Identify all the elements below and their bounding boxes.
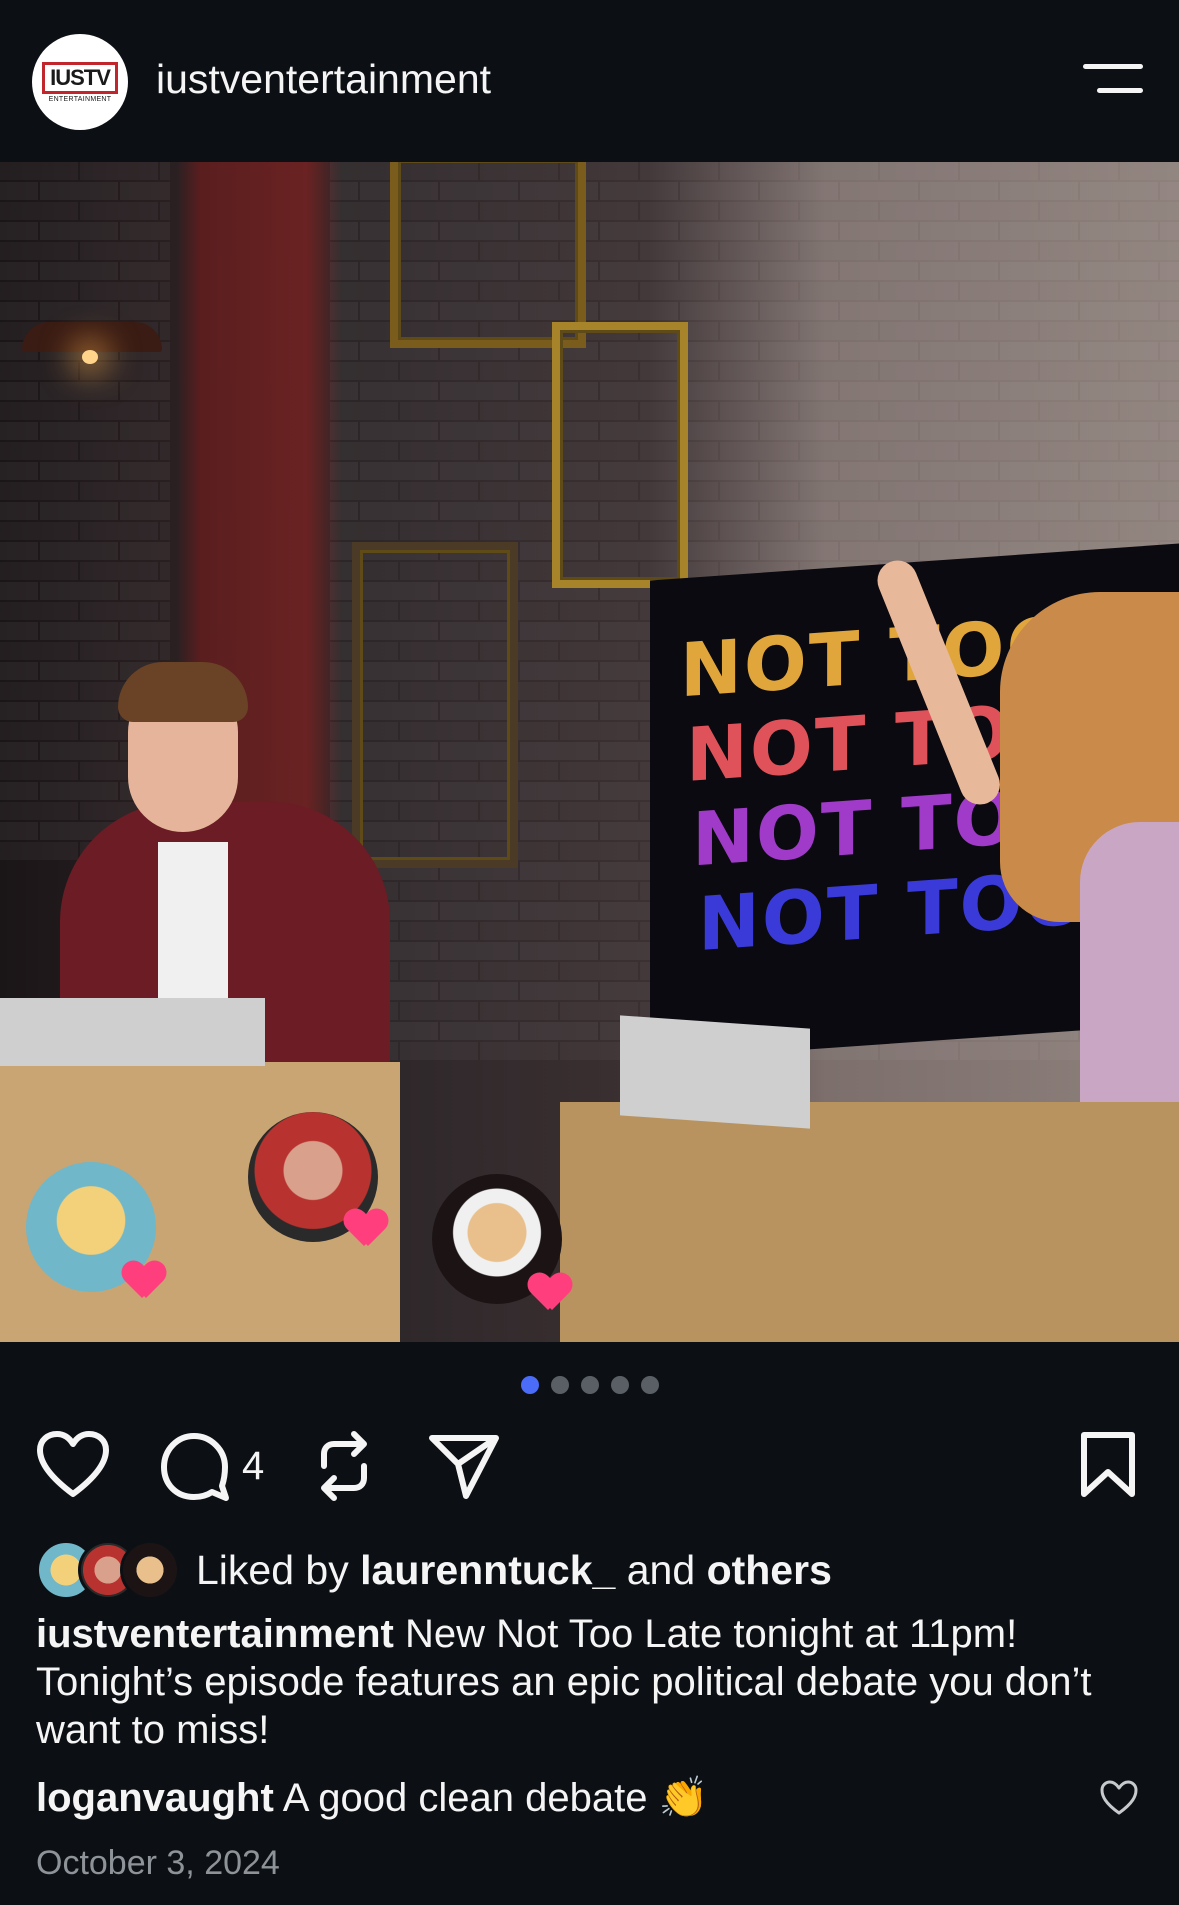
carousel-dot[interactable]	[580, 1376, 599, 1394]
repost-icon[interactable]	[312, 1430, 376, 1502]
bookmark-icon[interactable]	[1078, 1430, 1138, 1500]
carousel-dot[interactable]	[520, 1376, 539, 1394]
carousel-indicator	[0, 1376, 1179, 1394]
reactor-avatar[interactable]	[432, 1174, 562, 1304]
liked-by-and: and	[626, 1546, 696, 1593]
wall-lamp	[22, 322, 162, 352]
person-right-shirt	[1080, 822, 1179, 1142]
heart-icon	[528, 1274, 572, 1314]
menu-icon[interactable]	[1083, 62, 1143, 98]
podium-right	[560, 1102, 1179, 1342]
laptop-right	[620, 1015, 810, 1129]
caption-username[interactable]: iustventertainment	[36, 1612, 394, 1656]
clap-emoji: 👏	[658, 1776, 709, 1820]
comment-text: A good clean debate	[282, 1776, 648, 1820]
logo-subtext: ENTERTAINMENT	[48, 95, 112, 103]
picture-frame	[390, 162, 586, 348]
liker-avatar	[120, 1540, 180, 1600]
picture-frame	[552, 322, 688, 588]
post-header: IUSTV ENTERTAINMENT iustventertainment	[0, 0, 1179, 162]
carousel-dot[interactable]	[550, 1376, 569, 1394]
liked-by-user[interactable]: laurenntuck_	[360, 1547, 615, 1593]
post-date: October 3, 2024	[36, 1844, 280, 1882]
comment-like-heart-icon[interactable]	[1099, 1780, 1139, 1816]
picture-frame	[352, 542, 518, 868]
comment-count: 4	[242, 1444, 265, 1488]
comment-username[interactable]: loganvaught	[36, 1776, 274, 1820]
carousel-dot[interactable]	[640, 1376, 659, 1394]
reactor-avatar[interactable]	[248, 1112, 378, 1242]
heart-icon[interactable]	[36, 1430, 110, 1500]
post-image[interactable]: NOT TOO NOT TOO NOT TOO L NOT TOO L	[0, 162, 1179, 1342]
laptop-left	[0, 998, 265, 1066]
heart-icon	[122, 1262, 166, 1302]
account-avatar[interactable]: IUSTV ENTERTAINMENT	[32, 34, 128, 130]
heart-icon	[344, 1210, 388, 1250]
liked-by-others[interactable]: others	[707, 1547, 832, 1593]
action-bar: 4	[0, 1430, 1179, 1510]
liked-by-text: Liked by laurenntuck_ and others	[196, 1547, 832, 1594]
hair-left	[118, 662, 248, 722]
account-username[interactable]: iustventertainment	[156, 56, 491, 103]
liked-by-row[interactable]: Liked by laurenntuck_ and others	[36, 1540, 832, 1600]
comment-icon[interactable]	[158, 1430, 232, 1502]
lamp-bulb	[82, 350, 98, 364]
send-icon[interactable]	[428, 1430, 500, 1502]
post-caption: iustventertainment New Not Too Late toni…	[36, 1610, 1146, 1754]
liked-by-prefix: Liked by	[196, 1546, 349, 1593]
reactor-avatar[interactable]	[26, 1162, 156, 1292]
logo-text: IUSTV	[42, 61, 118, 94]
carousel-dot[interactable]	[610, 1376, 629, 1394]
top-comment[interactable]: loganvaught A good clean debate 👏	[36, 1774, 708, 1821]
